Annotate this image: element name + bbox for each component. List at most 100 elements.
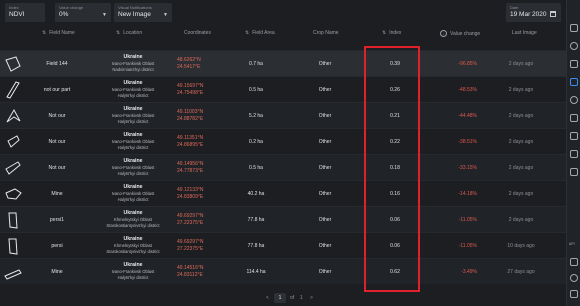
column-field-name[interactable]: ⇅ Field Name [42, 30, 75, 36]
column-index[interactable]: ⇅ Index [382, 30, 401, 36]
field-area: 114.4 ha [246, 269, 266, 275]
field-location: Ukraine Ivano-Frankivsk Oblast Halyts'kyi … [111, 158, 155, 176]
column-location-label: Location [123, 30, 143, 36]
notifications-icon[interactable] [570, 78, 578, 86]
crop-name: Other [318, 243, 332, 249]
table-row[interactable]: not our part Ukraine Ivano-Frankivsk Obla… [0, 76, 566, 102]
field-coordinates[interactable]: 49.11003°N 24.88782°E [177, 109, 219, 123]
field-name: not our part [43, 87, 71, 93]
crop-name: Other [318, 269, 332, 275]
field-area: 77.8 ha [247, 217, 265, 223]
field-shape-icon [5, 56, 21, 72]
current-page[interactable]: 1 [274, 293, 286, 303]
field-coordinates[interactable]: 49.14956°N 24.77873°E [177, 161, 219, 175]
crop-name: Other [318, 113, 332, 119]
field-name: Not our [48, 165, 66, 171]
column-coordinates-label: Coordinates [184, 30, 211, 36]
field-shape-icon [6, 81, 20, 99]
table-row[interactable]: Not our Ukraine Ivano-Frankivsk Oblast Hal… [0, 154, 566, 180]
crop-name: Other [318, 61, 332, 67]
logout-icon[interactable] [570, 290, 578, 298]
import-icon[interactable] [570, 168, 578, 176]
value-change-value: 0% [59, 11, 69, 18]
table-row[interactable]: persi Ukraine Khmelnytskyi Oblast Starokos… [0, 232, 566, 258]
index-select-value: NDVI [9, 11, 25, 18]
total-pages: 1 [300, 295, 303, 301]
field-coordinates[interactable]: 49.11351°N 24.86895°E [177, 135, 219, 149]
sort-icon: ⇅ [42, 30, 47, 36]
last-image: 2 days ago [508, 165, 534, 171]
table-row[interactable]: Not our Ukraine Ivano-Frankivsk Oblast Hal… [0, 128, 566, 154]
location-icon[interactable] [570, 96, 578, 104]
field-name: persi1 [49, 217, 65, 223]
field-area: 0.5 ha [249, 87, 263, 93]
table-row[interactable]: Not our Ukraine Ivano-Frankivsk Oblast Hal… [0, 102, 566, 128]
right-sidebar: API [566, 0, 580, 306]
value-change-select[interactable]: Value change 0% ▼ [55, 3, 111, 24]
index-select[interactable]: Index NDVI [5, 3, 45, 24]
index-value: 0.21 [390, 113, 400, 119]
api-label[interactable]: API [569, 242, 575, 246]
field-coordinates[interactable]: 49.12133°N 24.83809°E [177, 187, 219, 201]
field-name: Not our [48, 139, 66, 145]
index-value: 0.18 [390, 165, 400, 171]
field-coordinates[interactable]: 49.15697°N 24.75498°E [177, 83, 219, 97]
last-image: 10 days ago [507, 243, 535, 249]
visual-notifications-select[interactable]: Visual Notifications New Image ▼ [114, 3, 172, 24]
field-name: Not our [48, 113, 66, 119]
prev-page-button[interactable]: < [266, 295, 269, 301]
column-field-area[interactable]: ⇅ Field Area [245, 30, 275, 36]
home-icon[interactable] [570, 24, 578, 32]
field-shape-icon [8, 212, 18, 229]
weather-icon[interactable] [570, 42, 578, 50]
chevron-down-icon: ▼ [163, 12, 168, 18]
visual-notifications-value: New Image [118, 11, 151, 18]
field-location: Ukraine Ivano-Frankivsk Oblast Halyts'kyi … [111, 132, 155, 150]
field-location: Ukraine Ivano-Frankivsk Oblast Halyts'kyi … [111, 80, 155, 98]
field-location: Ukraine Ivano-Frankivsk Oblast Nadvirnians… [111, 54, 155, 72]
book-icon[interactable] [570, 258, 578, 266]
field-coordinates[interactable]: 49.14516°N 24.83112°E [177, 265, 219, 279]
field-coordinates[interactable]: 48.6262°N 24.5417°E [177, 57, 219, 71]
field-coordinates[interactable]: 49.69297°N 27.22375°E [177, 239, 219, 253]
last-image: 2 days ago [508, 61, 534, 67]
layers-icon[interactable] [570, 60, 578, 68]
column-crop-name[interactable]: Crop Name [313, 30, 339, 36]
crop-name: Other [318, 191, 332, 197]
field-area: 77.8 ha [247, 243, 265, 249]
chart-icon[interactable] [570, 132, 578, 140]
field-location: Ukraine Ivano-Frankivsk Oblast Halyts'kyi … [111, 184, 155, 202]
field-coordinates[interactable]: 49.69297°N 27.22375°E [177, 213, 219, 227]
value-change: -96.85% [458, 61, 477, 67]
fields-table: ⇅ Field Name ⇅ Location Coordinates ⇅ Field… [0, 22, 566, 292]
calendar-icon[interactable] [550, 11, 556, 17]
table-row[interactable]: Mine Ukraine Ivano-Frankivsk Oblast Halyts… [0, 258, 566, 284]
sort-icon: ⇅ [245, 30, 250, 36]
column-last-image[interactable]: Last Image [512, 30, 537, 36]
table-row[interactable]: Mine Ukraine Ivano-Frankivsk Oblast Halyts… [0, 180, 566, 206]
settings-icon[interactable] [570, 150, 578, 158]
date-picker[interactable]: Date 19 Mar 2020 [506, 3, 561, 24]
field-location: Ukraine Khmelnytskyi Oblast Starokostianty… [106, 210, 160, 228]
column-last-image-label: Last Image [512, 30, 537, 36]
index-value: 0.22 [390, 139, 400, 145]
column-value-change[interactable]: ↓ Value change [440, 30, 480, 37]
gear-icon[interactable] [570, 274, 578, 282]
column-crop-name-label: Crop Name [313, 30, 339, 36]
column-location[interactable]: ⇅ Location [116, 30, 142, 36]
crop-name: Other [318, 165, 332, 171]
field-location: Ukraine Ivano-Frankivsk Oblast Halyts'kyi … [111, 106, 155, 124]
last-image: 27 days ago [507, 269, 535, 275]
table-row[interactable]: persi1 Ukraine Khmelnytskyi Oblast Staroko… [0, 206, 566, 232]
column-index-label: Index [389, 30, 402, 36]
table-row[interactable]: Field 144 Ukraine Ivano-Frankivsk Oblast N… [0, 50, 566, 76]
column-field-area-label: Field Area [252, 30, 275, 36]
index-value: 0.39 [390, 61, 400, 67]
document-icon[interactable] [570, 114, 578, 122]
last-image: 2 days ago [508, 87, 534, 93]
crop-name: Other [318, 217, 332, 223]
next-page-button[interactable]: > [310, 295, 313, 301]
column-coordinates[interactable]: Coordinates [184, 30, 211, 36]
value-change: -14.18% [458, 191, 477, 197]
field-shape-icon [7, 135, 20, 148]
